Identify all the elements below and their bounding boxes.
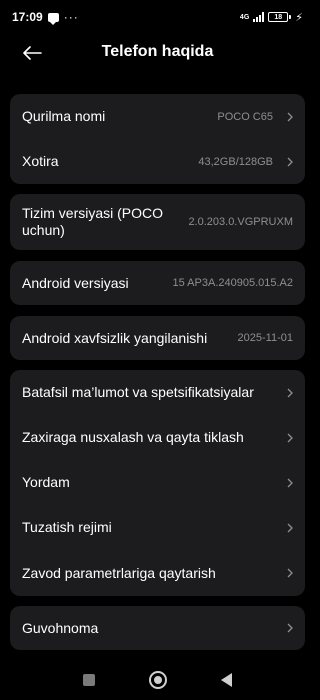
battery-icon: 18 <box>268 12 292 22</box>
security-patch-row[interactable]: Android xavfsizlik yangilanishi 2025-11-… <box>10 316 305 360</box>
chevron-right-icon <box>279 623 293 633</box>
menu-item-help[interactable]: Yordam <box>10 460 305 505</box>
security-patch-card: Android xavfsizlik yangilanishi 2025-11-… <box>10 316 305 360</box>
chevron-right-icon <box>279 568 293 578</box>
device-name-label: Qurilma nomi <box>22 108 106 124</box>
menu-item-details[interactable]: Batafsil ma’lumot va spetsifikatsiyalar <box>10 370 305 415</box>
menu-item-label: Zavod parametrlariga qaytarish <box>22 564 216 581</box>
status-right: 4G 18 ⚡︎ <box>240 11 303 24</box>
home-circle-icon[interactable] <box>149 671 167 689</box>
certification-label: Guvohnoma <box>22 619 99 636</box>
android-version-label: Android versiyasi <box>22 274 129 291</box>
battery-level: 18 <box>268 12 289 22</box>
os-version-row[interactable]: Tizim versiyasi (POCO uchun) 2.0.203.0.V… <box>10 194 305 250</box>
chevron-right-icon <box>279 157 293 167</box>
back-triangle-icon[interactable] <box>221 673 232 687</box>
os-version-label: Tizim versiyasi (POCO uchun) <box>22 205 164 238</box>
menu-item-backup[interactable]: Zaxiraga nusxalash va qayta tiklash <box>10 415 305 460</box>
recents-square-icon[interactable] <box>83 674 95 686</box>
chevron-right-icon <box>279 388 293 398</box>
signal-icon <box>253 12 265 22</box>
android-version-row[interactable]: Android versiyasi 15 AP3A.240905.015.A2 <box>10 261 305 305</box>
message-icon <box>47 12 59 25</box>
network-type: 4G <box>239 13 250 21</box>
status-time: 17:09 <box>12 10 43 24</box>
storage-row[interactable]: Xotira 43,2GB/128GB <box>10 139 305 184</box>
security-patch-value: 2025-11-01 <box>237 332 293 344</box>
charging-bolt-icon: ⚡︎ <box>295 11 303 24</box>
menu-item-label: Batafsil ma’lumot va spetsifikatsiyalar <box>22 384 254 400</box>
storage-label: Xotira <box>22 153 59 169</box>
navigation-bar <box>0 660 315 700</box>
chevron-right-icon <box>279 478 293 488</box>
page-title: Telefon haqida <box>101 43 214 60</box>
menu-item-label: Zaxiraga nusxalash va qayta tiklash <box>22 429 244 445</box>
security-patch-label: Android xavfsizlik yangilanishi <box>22 329 208 346</box>
menu-item-label: Yordam <box>22 474 70 490</box>
header: Telefon haqida <box>0 34 315 72</box>
menu-item-label: Tuzatish rejimi <box>22 519 112 535</box>
menu-item-debug-mode[interactable]: Tuzatish rejimi <box>10 505 305 550</box>
more-notifications-icon: ··· <box>63 10 79 24</box>
android-version-card: Android versiyasi 15 AP3A.240905.015.A2 <box>10 261 305 305</box>
status-bar: 17:09 ··· 4G 18 ⚡︎ <box>0 0 315 34</box>
menu-item-factory-reset[interactable]: Zavod parametrlariga qaytarish <box>10 550 305 596</box>
device-name-value: POCO C65 <box>217 110 273 123</box>
device-info-card: Qurilma nomi POCO C65 Xotira 43,2GB/128G… <box>10 94 305 184</box>
android-version-value: 15 AP3A.240905.015.A2 <box>172 277 294 289</box>
os-version-value: 2.0.203.0.VGPRUXM <box>188 216 293 228</box>
status-left: 17:09 ··· <box>12 10 79 25</box>
settings-menu-card: Batafsil ma’lumot va spetsifikatsiyalar … <box>10 370 305 596</box>
os-version-card: Tizim versiyasi (POCO uchun) 2.0.203.0.V… <box>10 194 305 250</box>
certification-card: Guvohnoma <box>10 606 305 650</box>
chevron-right-icon <box>279 523 293 533</box>
chevron-right-icon <box>279 433 293 443</box>
certification-row[interactable]: Guvohnoma <box>10 606 305 650</box>
device-name-row[interactable]: Qurilma nomi POCO C65 <box>10 94 305 139</box>
storage-value: 43,2GB/128GB <box>198 155 273 168</box>
chevron-right-icon <box>279 112 293 122</box>
